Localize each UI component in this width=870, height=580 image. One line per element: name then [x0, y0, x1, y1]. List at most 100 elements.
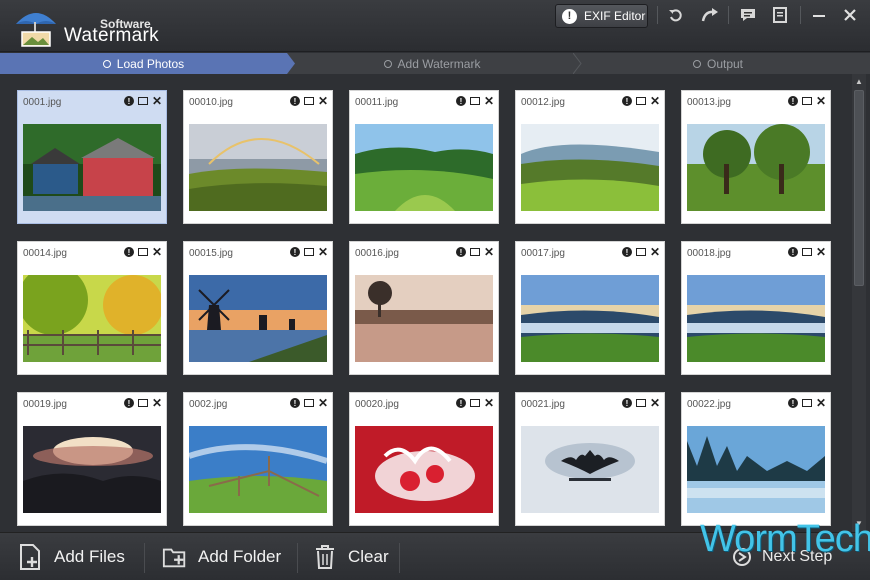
remove-icon[interactable]: ✕ [152, 397, 162, 409]
remove-icon[interactable]: ✕ [484, 397, 494, 409]
photo-filename: 0001.jpg [23, 97, 62, 108]
photo-card[interactable]: 00017.jpg ! ✕ [515, 241, 665, 375]
info-icon[interactable]: ! [123, 398, 134, 408]
remove-icon[interactable]: ✕ [650, 95, 660, 107]
notes-icon[interactable] [769, 5, 791, 25]
redo-icon[interactable] [699, 5, 721, 25]
photo-card[interactable]: 00019.jpg ! ✕ [17, 392, 167, 526]
photo-filename: 00015.jpg [189, 248, 233, 259]
photo-card[interactable]: 00018.jpg ! ✕ [681, 241, 831, 375]
exif-editor-button[interactable]: ! EXIF Editor [555, 4, 648, 28]
info-icon[interactable]: ! [621, 247, 632, 257]
photo-card[interactable]: 00011.jpg ! ✕ [349, 90, 499, 224]
info-icon[interactable]: ! [289, 96, 300, 106]
remove-icon[interactable]: ✕ [152, 95, 162, 107]
maximize-icon[interactable] [137, 248, 148, 256]
photo-card[interactable]: 00016.jpg ! ✕ [349, 241, 499, 375]
info-icon[interactable]: ! [787, 247, 798, 257]
photo-card[interactable]: 00015.jpg ! ✕ [183, 241, 333, 375]
photo-thumbnail[interactable] [521, 124, 659, 211]
photo-thumbnail[interactable] [521, 426, 659, 513]
vertical-scrollbar[interactable]: ▲ ▼ [852, 74, 866, 532]
add-files-button[interactable]: Add Files [18, 542, 125, 572]
maximize-icon[interactable] [303, 399, 314, 407]
photo-thumbnail[interactable] [23, 124, 161, 211]
photo-card[interactable]: 00021.jpg ! ✕ [515, 392, 665, 526]
photo-thumbnail[interactable] [521, 275, 659, 362]
photo-thumbnail[interactable] [189, 124, 327, 211]
photo-card[interactable]: 00013.jpg ! ✕ [681, 90, 831, 224]
maximize-icon[interactable] [635, 399, 646, 407]
remove-icon[interactable]: ✕ [484, 246, 494, 258]
step-add-watermark[interactable]: Add Watermark [297, 53, 567, 74]
maximize-icon[interactable] [635, 248, 646, 256]
info-icon[interactable]: ! [289, 398, 300, 408]
info-icon[interactable]: ! [455, 96, 466, 106]
photo-thumbnail[interactable] [189, 275, 327, 362]
photo-card[interactable]: 00022.jpg ! ✕ [681, 392, 831, 526]
remove-icon[interactable]: ✕ [318, 246, 328, 258]
maximize-icon[interactable] [801, 248, 812, 256]
remove-icon[interactable]: ✕ [318, 95, 328, 107]
photo-filename: 00021.jpg [521, 399, 565, 410]
info-icon[interactable]: ! [787, 398, 798, 408]
maximize-icon[interactable] [469, 97, 480, 105]
photo-thumbnail[interactable] [23, 426, 161, 513]
photo-thumbnail[interactable] [687, 275, 825, 362]
step-load-photos[interactable]: Load Photos [0, 53, 287, 74]
maximize-icon[interactable] [303, 248, 314, 256]
info-icon[interactable]: ! [621, 96, 632, 106]
photo-card[interactable]: 00010.jpg ! ✕ [183, 90, 333, 224]
minimize-icon[interactable] [808, 5, 830, 25]
scroll-thumb[interactable] [854, 90, 864, 286]
photo-thumbnail[interactable] [687, 124, 825, 211]
maximize-icon[interactable] [801, 399, 812, 407]
maximize-icon[interactable] [469, 248, 480, 256]
add-folder-button[interactable]: Add Folder [162, 542, 281, 572]
remove-icon[interactable]: ✕ [318, 397, 328, 409]
photo-thumbnail[interactable] [23, 275, 161, 362]
info-icon[interactable]: ! [455, 247, 466, 257]
maximize-icon[interactable] [137, 399, 148, 407]
remove-icon[interactable]: ✕ [650, 246, 660, 258]
photo-thumbnail[interactable] [189, 426, 327, 513]
maximize-icon[interactable] [801, 97, 812, 105]
photo-thumbnail[interactable] [355, 124, 493, 211]
photo-actions: ! ✕ [123, 397, 162, 409]
maximize-icon[interactable] [635, 97, 646, 105]
photo-thumbnail[interactable] [687, 426, 825, 513]
remove-icon[interactable]: ✕ [650, 397, 660, 409]
remove-icon[interactable]: ✕ [152, 246, 162, 258]
photo-filename: 00017.jpg [521, 248, 565, 259]
photo-card[interactable]: 0002.jpg ! ✕ [183, 392, 333, 526]
photo-filename: 00016.jpg [355, 248, 399, 259]
remove-icon[interactable]: ✕ [816, 397, 826, 409]
info-icon[interactable]: ! [787, 96, 798, 106]
clear-button[interactable]: Clear [312, 542, 389, 572]
maximize-icon[interactable] [469, 399, 480, 407]
info-icon[interactable]: ! [455, 398, 466, 408]
add-files-label: Add Files [54, 547, 125, 566]
photo-thumbnail[interactable] [355, 426, 493, 513]
photo-card[interactable]: 00012.jpg ! ✕ [515, 90, 665, 224]
maximize-icon[interactable] [137, 97, 148, 105]
undo-icon[interactable] [665, 5, 687, 25]
info-icon[interactable]: ! [621, 398, 632, 408]
close-icon[interactable] [839, 5, 861, 25]
photo-actions: ! ✕ [289, 397, 328, 409]
info-icon[interactable]: ! [289, 247, 300, 257]
maximize-icon[interactable] [303, 97, 314, 105]
feedback-icon[interactable] [737, 5, 759, 25]
remove-icon[interactable]: ✕ [816, 246, 826, 258]
step-arrow-icon [573, 53, 582, 74]
remove-icon[interactable]: ✕ [484, 95, 494, 107]
photo-card[interactable]: 00020.jpg ! ✕ [349, 392, 499, 526]
photo-card[interactable]: 00014.jpg ! ✕ [17, 241, 167, 375]
photo-thumbnail[interactable] [355, 275, 493, 362]
scroll-up-icon[interactable]: ▲ [854, 77, 864, 87]
info-icon[interactable]: ! [123, 247, 134, 257]
info-icon[interactable]: ! [123, 96, 134, 106]
remove-icon[interactable]: ✕ [816, 95, 826, 107]
photo-card[interactable]: 0001.jpg ! ✕ [17, 90, 167, 224]
step-output[interactable]: Output [583, 53, 853, 74]
